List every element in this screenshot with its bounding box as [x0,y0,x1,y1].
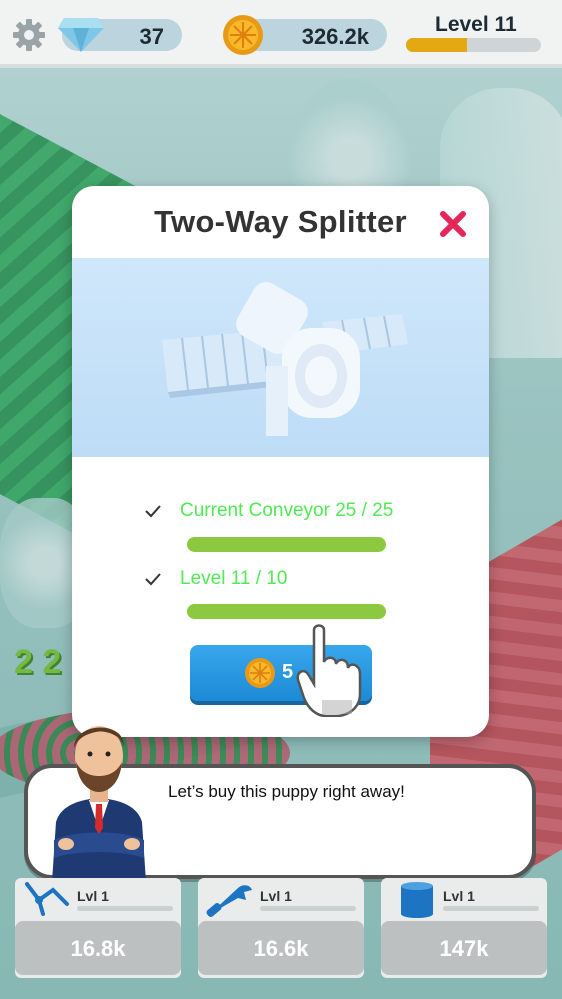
close-icon[interactable] [437,208,469,240]
upgrade-level: Lvl 1 [77,888,109,904]
conveyor-icon [25,882,69,916]
upgrade-cost: 16.6k [253,936,309,961]
upgrade-level: Lvl 1 [260,888,292,904]
requirement-level-bar [187,604,386,619]
popup-title: Two-Way Splitter [154,204,407,239]
businessman-avatar [52,726,146,882]
check-icon [145,573,161,586]
coins-value: 326.2k [301,24,369,49]
upgrade-buy-button[interactable]: 147k [381,921,547,975]
wrench-icon [206,885,252,917]
upgrade-level-bar [443,906,539,911]
buy-price: 5 [282,661,294,683]
check-icon [145,505,161,518]
requirement-conveyor-text: Current Conveyor 25 / 25 [180,500,394,521]
upgrade-cost: 147k [439,936,489,961]
dialog-text: Let’s buy this puppy right away! [168,782,405,801]
splitter-preview [72,258,489,457]
tutorial-hand-icon [296,624,362,717]
upgrade-buy-button[interactable]: 16.6k [198,921,364,975]
upgrade-level-bar [260,906,356,911]
upgrade-buy-button[interactable]: 16.8k [15,921,181,975]
upgrade-level-bar [77,906,173,911]
coin-icon [245,658,275,688]
coin-icon [223,15,263,55]
splitter-model-image [162,282,408,436]
upgrade-card-conveyor: Lvl 1 16.8k [15,878,181,978]
level-progress-fill [406,38,467,52]
gems-value: 37 [139,24,164,49]
requirement-level-text: Level 11 / 10 [180,568,288,589]
coin-stack-icon [401,882,433,918]
upgrade-level: Lvl 1 [443,888,475,904]
upgrade-card-wrench: Lvl 1 16.6k [198,878,364,978]
unlock-popup: Two-Way Splitter Current Conveyor 25 / 2… [72,186,489,737]
upgrade-cost: 16.8k [70,936,126,961]
level-label: Level 11 [435,13,517,36]
gem-icon [58,18,104,52]
level-progress-bar [406,38,541,52]
top-hud: 37 326.2k Level 11 [0,0,562,68]
upgrade-card-coins: Lvl 1 147k [381,878,547,978]
gear-icon[interactable] [12,18,46,52]
requirement-conveyor-bar [187,537,386,552]
